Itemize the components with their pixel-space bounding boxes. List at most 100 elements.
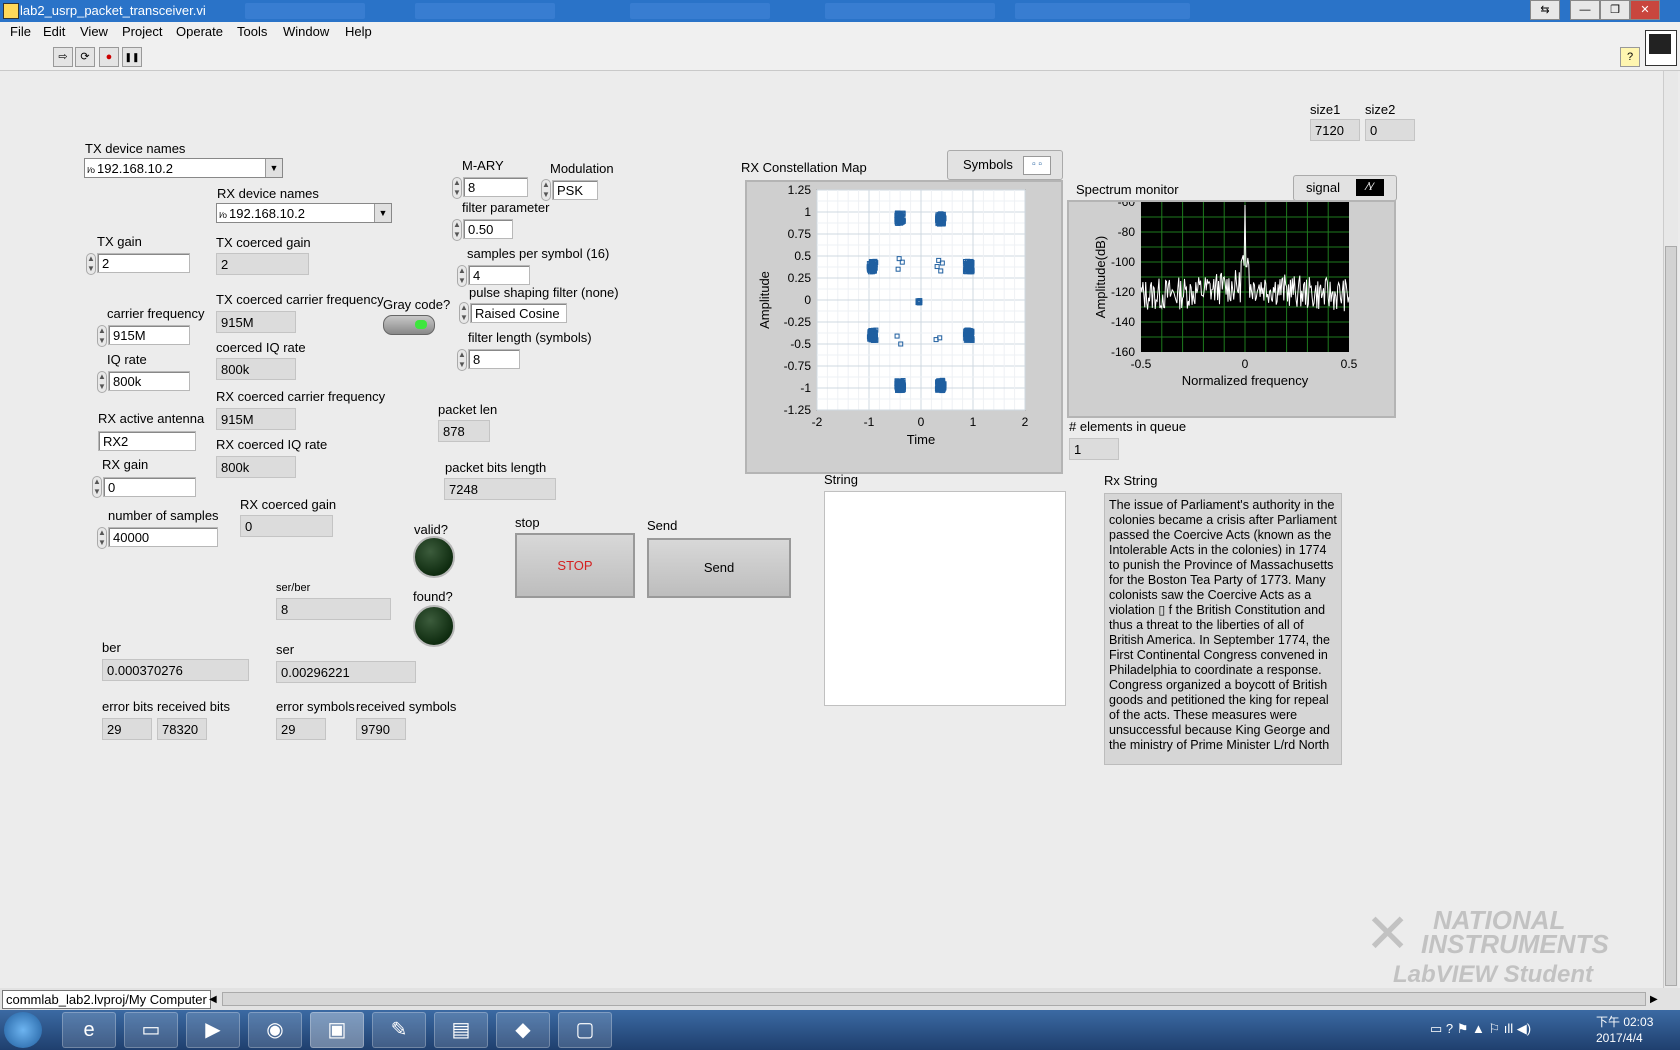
send-button[interactable]: Send <box>647 538 791 598</box>
number-of-samples-input[interactable]: 40000 <box>108 527 218 547</box>
error-symbols-value: 29 <box>276 718 326 740</box>
carrier-frequency-stepper[interactable]: ▲ ▼ <box>97 325 107 347</box>
labview-icon[interactable]: ▣ <box>310 1012 364 1048</box>
scroll-left-icon[interactable]: ◀ <box>209 994 217 1005</box>
constellation-plot[interactable]: 1.25 1 0.75 0.5 0.25 0 -0.25 -0.5 -0.75 -1 -1.25-2… <box>747 182 1061 472</box>
carrier-frequency-input[interactable]: 915M <box>108 325 190 345</box>
filter-parameter-label: filter parameter <box>462 200 550 215</box>
string-textbox[interactable] <box>824 491 1066 706</box>
chevron-down-icon[interactable]: ▼ <box>374 204 391 222</box>
menu-operate[interactable]: Operate <box>176 24 223 39</box>
scrollbar-thumb[interactable] <box>1665 246 1677 986</box>
tx-coerced-carrier-frequency-label: TX coerced carrier frequency <box>216 292 384 307</box>
background-tab[interactable] <box>415 3 555 19</box>
restore-button[interactable]: ❐ <box>1600 0 1630 20</box>
vertical-scrollbar[interactable] <box>1663 71 1678 988</box>
gray-code-toggle[interactable] <box>383 315 435 335</box>
window-title: lab2_usrp_packet_transceiver.vi <box>20 3 206 18</box>
run-continuously-icon[interactable]: ⟳ <box>75 47 95 67</box>
m-ary-input[interactable]: 8 <box>463 177 528 197</box>
filter-parameter-input[interactable]: 0.50 <box>463 219 513 239</box>
close-button[interactable]: ✕ <box>1630 0 1660 20</box>
window-icon[interactable]: ▢ <box>558 1012 612 1048</box>
samples-per-symbol-stepper[interactable]: ▲ ▼ <box>457 265 467 287</box>
pulse-shaping-filter-input[interactable]: Raised Cosine <box>470 303 567 323</box>
horizontal-scrollbar[interactable] <box>222 992 1646 1006</box>
spectrum-plot[interactable]: -60-80-100-120-140-160-0.5 0 0.5Normalized… <box>1069 202 1394 416</box>
tx-gain-input[interactable]: 2 <box>97 253 190 273</box>
send-label: Send <box>647 518 678 533</box>
m-ary-stepper[interactable]: ▲ ▼ <box>452 177 462 199</box>
spectrum-legend[interactable]: signal ⁄\⁄ <box>1293 175 1397 201</box>
packet-len-label: packet len <box>438 402 498 417</box>
switch-icon[interactable]: ⇆ <box>1530 0 1560 20</box>
media-player-icon[interactable]: ▶ <box>186 1012 240 1048</box>
ie-icon[interactable]: e <box>62 1012 116 1048</box>
y-tick-label: 0 <box>804 293 811 307</box>
menu-tools[interactable]: Tools <box>237 24 267 39</box>
app-icon[interactable]: ◆ <box>496 1012 550 1048</box>
filter-length-input[interactable]: 8 <box>468 349 520 369</box>
modulation-input[interactable]: PSK <box>552 180 598 200</box>
filter-parameter-stepper[interactable]: ▲ ▼ <box>452 219 462 241</box>
background-tab[interactable] <box>245 3 365 19</box>
rx-active-antenna-input[interactable]: RX2 <box>98 431 196 451</box>
menu-window[interactable]: Window <box>283 24 329 39</box>
pause-icon[interactable]: ❚❚ <box>122 47 142 67</box>
vi-icon <box>3 3 19 19</box>
samples-per-symbol-input[interactable]: 4 <box>468 265 530 285</box>
iq-rate-input[interactable]: 800k <box>108 371 190 391</box>
chrome-icon[interactable]: ◉ <box>248 1012 302 1048</box>
rx-gain-stepper[interactable]: ▲ ▼ <box>92 476 102 498</box>
background-tab[interactable] <box>825 3 995 19</box>
status-bar: commlab_lab2.lvproj/My Computer ◀ ▶ <box>0 988 1680 1010</box>
watermark-line2: INSTRUMENTS <box>1421 929 1609 959</box>
run-icon[interactable]: ⇨ <box>53 47 73 67</box>
tx-gain-stepper[interactable]: ▲ ▼ <box>86 253 96 275</box>
context-help-icon[interactable]: ? <box>1620 47 1640 67</box>
ni-watermark: ✕ NATIONAL INSTRUMENTS LabVIEW Student E… <box>1365 905 1665 1016</box>
modulation-stepper[interactable]: ▲ ▼ <box>541 179 551 201</box>
iq-rate-stepper[interactable]: ▲ ▼ <box>97 371 107 393</box>
spectrum-title: Spectrum monitor <box>1076 182 1179 197</box>
file-explorer-icon[interactable]: ▭ <box>124 1012 178 1048</box>
abort-icon[interactable]: ● <box>99 47 119 67</box>
tray-icons[interactable]: ▭ ? ⚑ ▲ ⚐ ıll ◀) <box>1430 1021 1531 1037</box>
minimize-button[interactable]: — <box>1570 0 1600 20</box>
y-tick-label: -140 <box>1111 315 1135 329</box>
menu-view[interactable]: View <box>80 24 108 39</box>
ser-value: 0.00296221 <box>276 661 416 683</box>
stop-label: stop <box>515 515 540 530</box>
notes-icon[interactable]: ▤ <box>434 1012 488 1048</box>
start-button[interactable] <box>4 1012 42 1048</box>
stop-button[interactable]: STOP <box>515 533 635 598</box>
background-tab[interactable] <box>1015 3 1190 19</box>
rx-device-names-select[interactable]: I⁄o 192.168.10.2 ▼ <box>216 203 392 223</box>
coerced-iq-rate-label: coerced IQ rate <box>216 340 306 355</box>
background-tab[interactable] <box>630 3 770 19</box>
rx-gain-input[interactable]: 0 <box>103 477 196 497</box>
samples-per-symbol-label: samples per symbol (16) <box>467 246 610 261</box>
number-of-samples-stepper[interactable]: ▲ ▼ <box>97 527 107 549</box>
pulse-shaping-filter-stepper[interactable]: ▲ ▼ <box>459 302 469 324</box>
tx-gain-label: TX gain <box>97 234 142 249</box>
filter-length-stepper[interactable]: ▲ ▼ <box>457 349 467 371</box>
tx-device-names-select[interactable]: I⁄o 192.168.10.2 ▼ <box>84 158 283 178</box>
vi-connector-icon[interactable] <box>1645 30 1677 66</box>
paint-icon[interactable]: ✎ <box>372 1012 426 1048</box>
error-bits-value: 29 <box>102 718 152 740</box>
rx-active-antenna-label: RX active antenna <box>98 411 205 426</box>
rx-string-textbox[interactable]: The issue of Parliament's authority in t… <box>1104 493 1342 765</box>
menu-project[interactable]: Project <box>122 24 162 39</box>
chevron-down-icon[interactable]: ▼ <box>265 159 282 177</box>
x-axis-label: Time <box>907 432 935 447</box>
y-tick-label: 0.75 <box>788 227 812 241</box>
menu-edit[interactable]: Edit <box>43 24 65 39</box>
ser-ber-value: 8 <box>276 598 391 620</box>
menu-file[interactable]: File <box>10 24 31 39</box>
menu-help[interactable]: Help <box>345 24 372 39</box>
clock-date: 2017/4/4 <box>1596 1031 1643 1045</box>
scroll-right-icon[interactable]: ▶ <box>1650 994 1658 1005</box>
constellation-legend[interactable]: Symbols ▫ ▫ <box>947 150 1063 180</box>
coerced-iq-rate-value: 800k <box>216 358 296 380</box>
